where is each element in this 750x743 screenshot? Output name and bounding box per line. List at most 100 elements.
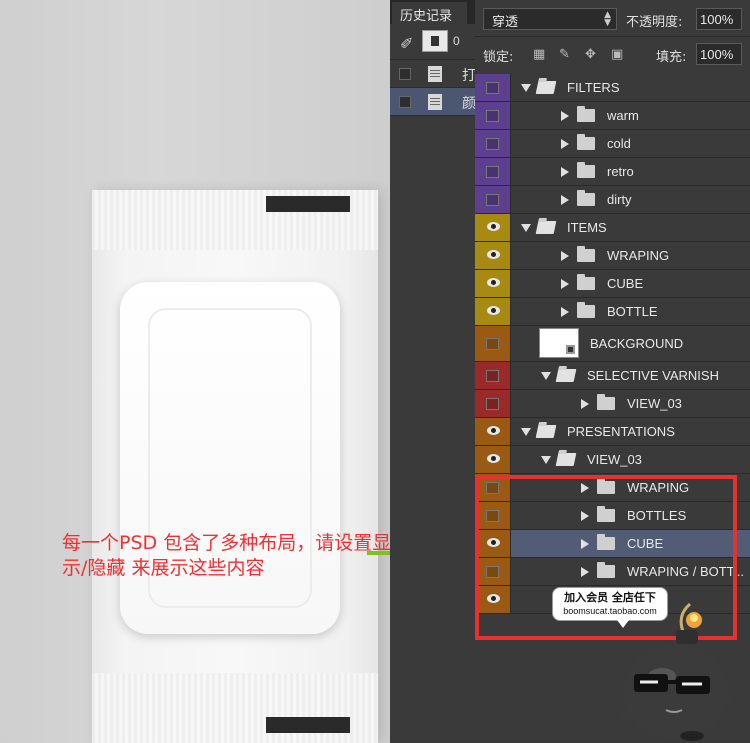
layer-row[interactable]: BOTTLES — [475, 502, 750, 530]
collapse-triangle-icon[interactable] — [581, 567, 589, 577]
layer-row[interactable]: VIEW_03 — [475, 390, 750, 418]
layer-name: ITEMS — [567, 220, 607, 235]
layer-visibility-toggle[interactable] — [475, 474, 511, 501]
layer-row[interactable]: retro — [475, 158, 750, 186]
snapshot-icon[interactable] — [422, 30, 448, 52]
layer-visibility-toggle[interactable] — [475, 74, 511, 101]
layer-visibility-toggle[interactable] — [475, 530, 511, 557]
collapse-triangle-icon[interactable] — [561, 307, 569, 317]
layer-row[interactable]: WRAPING — [475, 474, 750, 502]
collapse-triangle-icon[interactable] — [561, 251, 569, 261]
layer-thumbnail — [539, 328, 579, 358]
layer-row[interactable]: warm — [475, 102, 750, 130]
layer-visibility-toggle[interactable] — [475, 586, 511, 613]
hidden-box-icon — [486, 398, 499, 410]
layer-visibility-toggle[interactable] — [475, 214, 511, 241]
package-top-seal — [266, 196, 350, 212]
snapshot-count: 0 — [453, 34, 460, 48]
collapse-triangle-icon[interactable] — [581, 399, 589, 409]
lock-position-move-icon[interactable]: ✥ — [585, 47, 598, 60]
layer-name: CUBE — [607, 276, 644, 291]
layer-visibility-toggle[interactable] — [475, 270, 511, 297]
collapse-triangle-icon[interactable] — [561, 279, 569, 289]
lock-transparent-icon[interactable]: ▦ — [533, 47, 546, 60]
fill-input[interactable]: 100% — [696, 43, 742, 65]
blend-mode-value: 穿透 — [492, 15, 519, 30]
layer-row[interactable]: cold — [475, 130, 750, 158]
layer-name: WRAPING — [607, 248, 670, 263]
collapse-triangle-icon[interactable] — [561, 139, 569, 149]
annotation-arrow-icon — [367, 551, 390, 555]
folder-icon — [535, 425, 557, 438]
expand-triangle-icon[interactable] — [541, 456, 551, 464]
layer-visibility-toggle[interactable] — [475, 326, 511, 361]
eye-icon — [487, 306, 500, 315]
collapse-triangle-icon[interactable] — [581, 483, 589, 493]
layer-visibility-toggle[interactable] — [475, 102, 511, 129]
layer-row[interactable]: PRESENTATIONS — [475, 418, 750, 446]
layer-row[interactable]: WRAPING / BOTT... — [475, 558, 750, 586]
history-toolbar: ✐ 0 — [390, 24, 475, 60]
layer-visibility-toggle[interactable] — [475, 390, 511, 417]
folder-icon — [555, 369, 577, 382]
opacity-label: 不透明度: — [626, 15, 683, 30]
blend-mode-select[interactable]: 穿透 ▲ ▼ — [483, 8, 617, 30]
history-item[interactable]: 打 — [390, 60, 476, 88]
layer-row[interactable]: CUBE — [475, 270, 750, 298]
layer-list: FILTERS warm cold retro dirty ITEMS WRAPING CUB… — [475, 74, 750, 614]
layer-row[interactable]: CUBE — [475, 530, 750, 558]
layer-visibility-toggle[interactable] — [475, 418, 511, 445]
hidden-box-icon — [486, 370, 499, 382]
eye-icon — [487, 454, 500, 463]
lock-image-brush-icon[interactable]: ✎ — [559, 47, 572, 60]
layer-visibility-toggle[interactable] — [475, 242, 511, 269]
folder-icon — [535, 221, 557, 234]
history-brush-icon[interactable]: ✐ — [400, 34, 413, 54]
layer-row[interactable]: WRAPING — [475, 242, 750, 270]
layer-row[interactable]: ITEMS — [475, 214, 750, 242]
layer-row[interactable]: FILTERS — [475, 74, 750, 102]
collapse-triangle-icon[interactable] — [561, 195, 569, 205]
eye-icon — [487, 594, 500, 603]
layer-name: dirty — [607, 192, 632, 207]
hidden-box-icon — [486, 138, 499, 150]
hidden-box-icon — [486, 110, 499, 122]
lock-all-icon[interactable]: ▣ — [611, 47, 624, 60]
collapse-triangle-icon[interactable] — [581, 539, 589, 549]
layer-name: cold — [607, 136, 631, 151]
folder-icon — [577, 162, 595, 178]
collapse-triangle-icon[interactable] — [561, 167, 569, 177]
layer-row[interactable]: SELECTIVE VARNISH — [475, 362, 750, 390]
history-item-checkbox[interactable] — [399, 68, 411, 80]
expand-triangle-icon[interactable] — [541, 372, 551, 380]
layer-row[interactable]: VIEW_03 — [475, 446, 750, 474]
document-canvas[interactable]: 每一个PSD 包含了多种布局，请设置显示/隐藏 来展示这些内容 — [0, 0, 390, 743]
layer-row[interactable]: BOTTLE — [475, 298, 750, 326]
collapse-triangle-icon[interactable] — [581, 511, 589, 521]
expand-triangle-icon[interactable] — [521, 428, 531, 436]
history-item-label: 打 — [462, 68, 476, 84]
hidden-box-icon — [486, 166, 499, 178]
layer-visibility-toggle[interactable] — [475, 362, 511, 389]
collapse-triangle-icon[interactable] — [561, 111, 569, 121]
layer-name: CUBE — [627, 536, 664, 551]
layer-visibility-toggle[interactable] — [475, 502, 511, 529]
layer-visibility-toggle[interactable] — [475, 446, 511, 473]
soap-package-image — [92, 190, 378, 743]
layer-row[interactable]: dirty — [475, 186, 750, 214]
history-item-checkbox[interactable] — [399, 96, 411, 108]
history-item[interactable]: 颜 — [390, 88, 476, 116]
expand-triangle-icon[interactable] — [521, 84, 531, 92]
layer-name: FILTERS — [567, 80, 620, 95]
layer-visibility-toggle[interactable] — [475, 558, 511, 585]
layer-visibility-toggle[interactable] — [475, 158, 511, 185]
layer-visibility-toggle[interactable] — [475, 186, 511, 213]
layer-visibility-toggle[interactable] — [475, 298, 511, 325]
expand-triangle-icon[interactable] — [521, 224, 531, 232]
layer-row[interactable]: BACKGROUND — [475, 326, 750, 362]
opacity-input[interactable]: 100% — [696, 8, 742, 30]
folder-icon — [555, 453, 577, 466]
tab-history[interactable]: 历史记录 — [392, 2, 467, 24]
layer-visibility-toggle[interactable] — [475, 130, 511, 157]
folder-icon — [597, 394, 615, 410]
